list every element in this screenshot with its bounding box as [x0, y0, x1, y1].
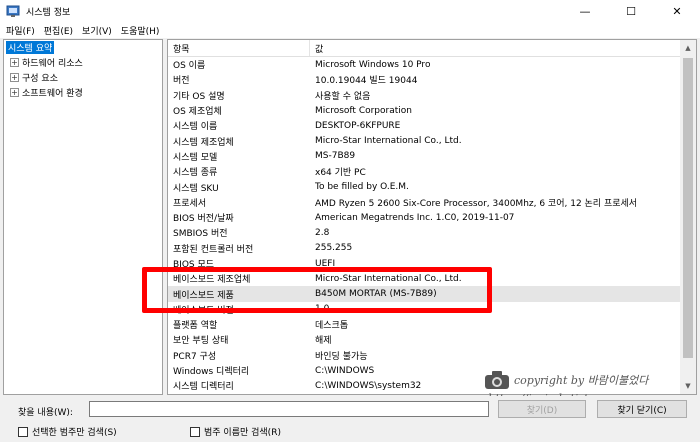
cell-value: Microsoft Corporation: [315, 105, 412, 116]
tree-item-label: 구성 요소: [22, 74, 58, 84]
cell-item: OS 이름: [173, 61, 206, 72]
table-row[interactable]: 기타 OS 설명 사용할 수 없음: [168, 88, 696, 103]
cell-value: 바인딩 불가능: [315, 351, 368, 362]
category-tree[interactable]: 시스템 요약 + 하드웨어 리소스 + 구성 요소 + 소프트웨어 환경: [3, 39, 163, 395]
cell-item: 기타 OS 설명: [173, 91, 225, 102]
table-row[interactable]: OS 이름 Microsoft Windows 10 Pro: [168, 57, 696, 72]
cell-value: AMD Ryzen 5 2600 Six-Core Processor, 340…: [315, 198, 638, 209]
cell-value: American Megatrends Inc. 1.C0, 2019-11-0…: [315, 212, 515, 223]
cell-item: Windows 디렉터리: [173, 367, 250, 378]
table-row[interactable]: 시스템 종류 x64 기반 PC: [168, 164, 696, 179]
cell-item: 플랫폼 역할: [173, 321, 218, 332]
search-bar: 찾을 내용(W): 찾기(D) 찾기 닫기(C) 선택한 범주만 검색(S) 범…: [0, 396, 700, 442]
cell-item: 버전: [173, 76, 190, 87]
menu-edit[interactable]: 편집(E): [44, 24, 73, 37]
search-category-names-checkbox[interactable]: 범주 이름만 검색(R): [190, 425, 281, 438]
cell-value: 해제: [315, 336, 332, 347]
table-row[interactable]: PCR7 구성 바인딩 불가능: [168, 348, 696, 363]
menu-file[interactable]: 파일(F): [6, 24, 35, 37]
camera-icon: [484, 370, 510, 393]
expand-icon[interactable]: +: [10, 73, 19, 82]
cell-item: 시스템 이름: [173, 122, 218, 133]
expand-icon[interactable]: +: [10, 88, 19, 97]
cell-value: 2.8: [315, 227, 330, 238]
table-row[interactable]: 시스템 이름 DESKTOP-6KFPURE: [168, 118, 696, 133]
highlight-box: [142, 267, 492, 313]
scroll-thumb[interactable]: [683, 58, 693, 358]
cell-item: 시스템 디렉터리: [173, 382, 234, 393]
cell-item: 포함된 컨트롤러 버전: [173, 244, 254, 255]
cell-value: To be filled by O.E.M.: [315, 182, 409, 193]
expand-icon[interactable]: +: [10, 58, 19, 67]
cell-item: 시스템 SKU: [173, 183, 219, 194]
table-row[interactable]: OS 제조업체 Microsoft Corporation: [168, 103, 696, 118]
menu-view[interactable]: 보기(V): [82, 24, 112, 37]
details-list[interactable]: 항목 값 OS 이름 Microsoft Windows 10 Pro 버전 10.0…: [167, 39, 697, 395]
tree-item-label: 하드웨어 리소스: [22, 59, 83, 69]
checkbox-box[interactable]: [190, 426, 200, 437]
maximize-button[interactable]: ☐: [608, 0, 654, 22]
table-row[interactable]: BIOS 버전/날짜 American Megatrends Inc. 1.C0,…: [168, 210, 696, 225]
table-row[interactable]: 시스템 모델 MS-7B89: [168, 149, 696, 164]
cell-item: 시스템 모델: [173, 152, 218, 163]
tree-item-label: 소프트웨어 환경: [22, 89, 83, 99]
checkbox-label: 선택한 범주만 검색(S): [32, 428, 117, 438]
column-header-value[interactable]: 값: [310, 40, 683, 56]
table-row[interactable]: 보안 부팅 상태 해제: [168, 332, 696, 347]
list-header: 항목 값: [168, 40, 696, 57]
checkbox-label: 범주 이름만 검색(R): [204, 428, 281, 438]
title-bar: 시스템 정보 — ☐ ✕: [0, 0, 700, 22]
system-info-icon: [6, 4, 20, 18]
tree-item-components[interactable]: + 구성 요소: [4, 70, 162, 85]
cell-value: 사용할 수 없음: [315, 91, 371, 102]
close-button[interactable]: ✕: [654, 0, 700, 22]
cell-value: 10.0.19044 빌드 19044: [315, 76, 418, 87]
tree-item-software-environment[interactable]: + 소프트웨어 환경: [4, 85, 162, 100]
vertical-scrollbar[interactable]: ▲ ▼: [680, 40, 696, 394]
cell-item: SMBIOS 버전: [173, 229, 228, 240]
close-find-button[interactable]: 찾기 닫기(C): [597, 400, 687, 418]
cell-item: 시스템 제조업체: [173, 137, 234, 148]
cell-value: 데스크톱: [315, 321, 349, 332]
table-row[interactable]: 시스템 SKU To be filled by O.E.M.: [168, 179, 696, 194]
window-title: 시스템 정보: [26, 7, 71, 18]
table-row[interactable]: 포함된 컨트롤러 버전 255.255: [168, 241, 696, 256]
table-row[interactable]: 버전 10.0.19044 빌드 19044: [168, 72, 696, 87]
scroll-up-icon[interactable]: ▲: [680, 40, 696, 56]
menu-bar: 파일(F) 편집(E) 보기(V) 도움말(H): [0, 22, 700, 38]
watermark-copyright: copyright by 바람이불었다: [514, 374, 649, 387]
search-selected-category-checkbox[interactable]: 선택한 범주만 검색(S): [18, 425, 117, 438]
list-rows: OS 이름 Microsoft Windows 10 Pro 버전 10.0.1904…: [168, 57, 696, 394]
cell-value: MS-7B89: [315, 151, 356, 162]
find-label: 찾을 내용(W):: [18, 408, 73, 418]
tree-item-hardware-resources[interactable]: + 하드웨어 리소스: [4, 55, 162, 70]
cell-value: Micro-Star International Co., Ltd.: [315, 136, 462, 147]
cell-item: 시스템 종류: [173, 168, 218, 179]
cell-item: 프로세서: [173, 198, 207, 209]
cell-item: OS 제조업체: [173, 107, 222, 118]
table-row[interactable]: SMBIOS 버전 2.8: [168, 225, 696, 240]
find-button[interactable]: 찾기(D): [498, 400, 586, 418]
column-header-item[interactable]: 항목: [168, 40, 310, 56]
find-input[interactable]: [89, 401, 489, 417]
table-row[interactable]: 프로세서 AMD Ryzen 5 2600 Six-Core Processor,…: [168, 195, 696, 210]
cell-item: 보안 부팅 상태: [173, 336, 229, 347]
cell-item: BIOS 버전/날짜: [173, 214, 234, 225]
minimize-button[interactable]: —: [562, 0, 608, 22]
checkbox-box[interactable]: [18, 426, 28, 437]
cell-item: PCR7 구성: [173, 351, 217, 362]
cell-value: DESKTOP-6KFPURE: [315, 120, 401, 131]
tree-item-system-summary[interactable]: 시스템 요약: [4, 40, 162, 55]
menu-help[interactable]: 도움말(H): [121, 24, 160, 37]
cell-value: Microsoft Windows 10 Pro: [315, 59, 431, 70]
cell-value: x64 기반 PC: [315, 168, 366, 179]
table-row[interactable]: 플랫폼 역할 데스크톱: [168, 317, 696, 332]
cell-value: 255.255: [315, 243, 353, 254]
table-row[interactable]: 시스템 제조업체 Micro-Star International Co., Lt…: [168, 133, 696, 148]
tree-item-label: 시스템 요약: [6, 41, 55, 54]
